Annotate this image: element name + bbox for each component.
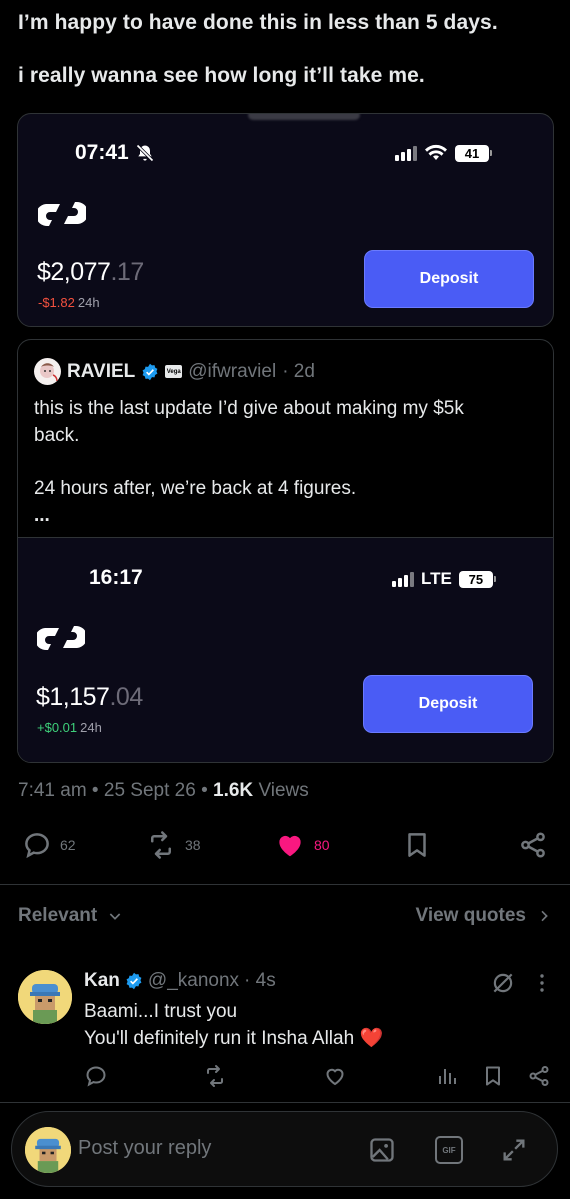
quote-signal-icon	[392, 571, 414, 587]
reply-author-name[interactable]: Kan	[84, 970, 120, 992]
quoted-post[interactable]: RAVIEL Vega @ifwraviel · 2d this is the …	[17, 339, 554, 763]
reply-text-line-1: Baami...I trust you	[84, 1001, 238, 1022]
reply-reply-icon[interactable]	[84, 1064, 108, 1088]
post-meta: 7:41 am • 25 Sept 26 • 1.6K Views	[18, 780, 309, 801]
views-label: Views	[258, 780, 309, 801]
views-count[interactable]: 1.6K	[213, 780, 253, 801]
signal-icon	[395, 145, 417, 161]
silent-bell-icon	[136, 144, 154, 162]
like-count: 80	[314, 837, 330, 853]
divider	[0, 1102, 570, 1103]
post-image-wallet[interactable]: 07:41 41 $2,077.17 -$1.82 24h Deposit	[17, 113, 554, 327]
app-logo-icon	[38, 201, 86, 227]
bookmark-icon[interactable]	[402, 830, 432, 860]
more-options-icon[interactable]	[533, 972, 551, 994]
divider	[0, 884, 570, 885]
quote-balance-amount: $1,157.04	[36, 683, 143, 711]
wifi-icon	[425, 144, 447, 160]
gif-icon[interactable]: GIF	[435, 1136, 463, 1164]
affiliate-badge: Vega	[165, 365, 183, 378]
battery-icon: 41	[455, 144, 492, 162]
quote-author-name: RAVIEL	[67, 360, 136, 382]
post-text-line-1: I’m happy to have done this in less than…	[18, 11, 498, 34]
quote-image-wallet[interactable]: 16:17 LTE 75 $1,157.04 +$0.01 24h Deposit	[18, 537, 553, 762]
reply-avatar[interactable]	[18, 970, 72, 1024]
reply-share-icon[interactable]	[527, 1064, 551, 1088]
quote-battery-icon: 75	[458, 570, 496, 588]
balance-amount: $2,077.17	[37, 258, 144, 286]
post-text-line-2: i really wanna see how long it’ll take m…	[18, 64, 425, 87]
share-icon[interactable]	[518, 830, 548, 860]
reply-like-icon[interactable]	[323, 1064, 347, 1088]
reply-button[interactable]: 62	[22, 830, 76, 860]
heart-filled-icon	[279, 835, 301, 857]
composer-avatar	[25, 1127, 71, 1173]
like-button[interactable]: 80	[274, 830, 330, 860]
reply-author-handle[interactable]: @_kanonx	[148, 970, 239, 992]
reply-verified-badge-icon	[126, 972, 142, 990]
expand-icon[interactable]	[500, 1136, 528, 1164]
quote-status-time: 16:17	[89, 566, 143, 589]
repost-icon	[151, 831, 171, 859]
reply-text: Baami...I trust you You'll definitely ru…	[84, 998, 383, 1052]
quote-text-line-2: back.	[34, 425, 80, 446]
reply-count: 62	[60, 837, 76, 853]
heart-emoji: ❤️	[359, 1028, 384, 1049]
sort-dropdown-relevant[interactable]: Relevant	[18, 905, 123, 927]
balance-change: -$1.82 24h	[38, 295, 100, 310]
chevron-down-icon	[109, 913, 121, 920]
reply-item[interactable]: Kan @_kanonx · 4s Baami...I trust you Yo…	[0, 962, 570, 1102]
chevron-right-icon	[541, 910, 548, 922]
quote-text-line-3: 24 hours after, we’re back at 4 figures.	[34, 478, 357, 499]
post-action-bar: 62 38 80	[0, 828, 570, 864]
repost-button[interactable]: 38	[145, 830, 201, 860]
network-label: LTE	[421, 569, 452, 588]
quote-age: · 2d	[282, 360, 315, 382]
reply-composer[interactable]: Post your reply GIF	[11, 1111, 558, 1187]
reply-age: · 4s	[244, 970, 276, 991]
post-time: 7:41 am	[18, 780, 87, 801]
grok-icon[interactable]	[490, 970, 516, 996]
reply-text-line-2: You'll definitely run it Insha Allah	[84, 1028, 355, 1049]
quote-deposit-button: Deposit	[363, 675, 533, 733]
reply-repost-icon[interactable]	[203, 1064, 227, 1088]
quote-avatar	[34, 358, 61, 385]
deposit-button: Deposit	[364, 250, 534, 308]
reply-icon	[25, 833, 49, 859]
repost-count: 38	[185, 837, 201, 853]
image-icon[interactable]	[368, 1136, 396, 1164]
quote-author-handle: @ifwraviel	[188, 360, 277, 382]
quote-show-more[interactable]: ...	[34, 502, 50, 529]
post-date: 25 Sept 26	[103, 780, 196, 801]
reply-bookmark-icon[interactable]	[481, 1064, 505, 1088]
quote-text-line-1: this is the last update I’d give about m…	[34, 398, 464, 419]
reply-input-placeholder[interactable]: Post your reply	[78, 1137, 211, 1160]
quote-app-logo-icon	[37, 625, 85, 651]
reply-views-icon[interactable]	[435, 1064, 459, 1088]
view-quotes-link[interactable]: View quotes	[415, 905, 552, 927]
verified-badge-icon	[142, 363, 158, 380]
status-time: 07:41	[75, 141, 129, 164]
quote-balance-change: +$0.01 24h	[37, 720, 102, 735]
